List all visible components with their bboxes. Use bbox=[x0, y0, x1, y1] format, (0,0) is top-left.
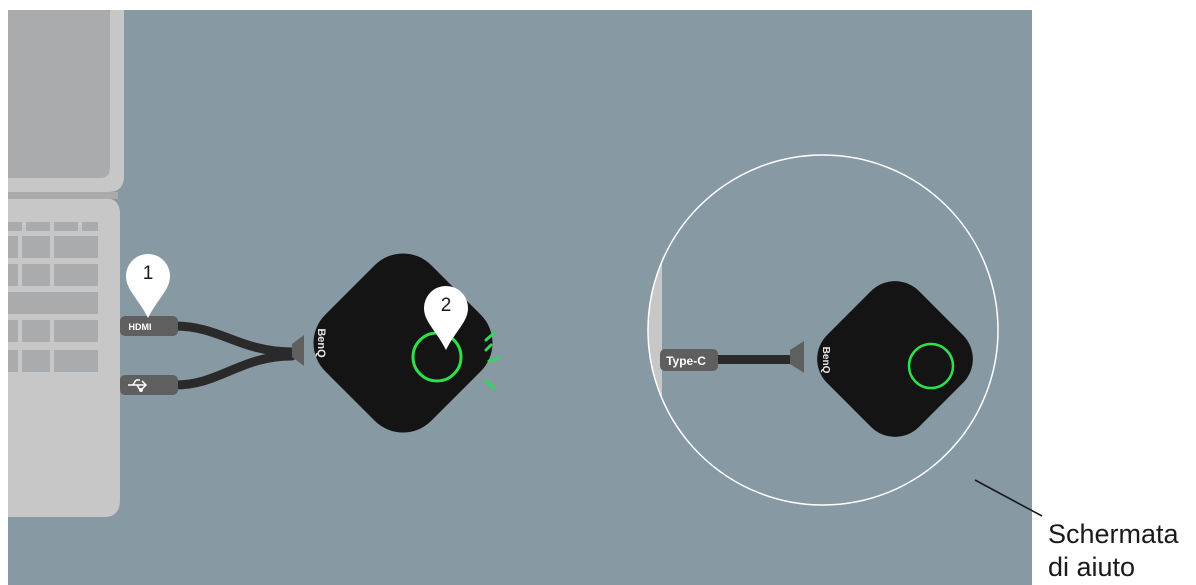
hdmi-connector: HDMI bbox=[120, 316, 178, 336]
callout-line-2: di aiuto bbox=[1048, 552, 1136, 582]
type-c-port-label: Type-C bbox=[666, 354, 706, 368]
setup-illustration: HDMI BenQ 1 2 Type-C BenQ bbox=[8, 10, 1043, 585]
laptop bbox=[8, 10, 124, 517]
step-1-number: 1 bbox=[143, 263, 154, 284]
callout-line-1: Schermata bbox=[1048, 519, 1179, 549]
usb-connector bbox=[120, 375, 178, 395]
step-2-number: 2 bbox=[441, 295, 452, 316]
hdmi-port-label: HDMI bbox=[129, 322, 152, 332]
dongle-right-brand: BenQ bbox=[820, 347, 831, 374]
help-screen-callout: Schermata di aiuto bbox=[1048, 518, 1179, 584]
dongle-left-brand: BenQ bbox=[315, 328, 327, 358]
